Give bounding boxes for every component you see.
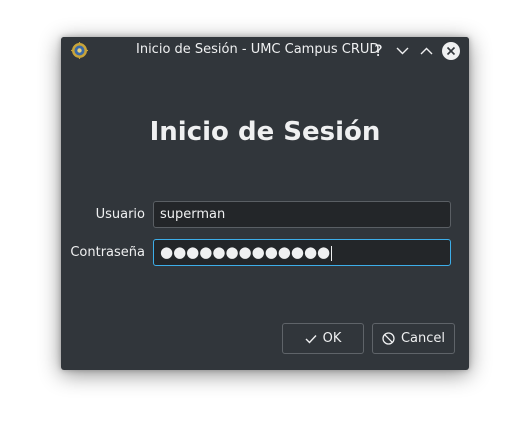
ok-label: OK — [322, 331, 342, 346]
password-label: Contraseña — [70, 245, 145, 260]
username-input[interactable]: superman — [153, 201, 451, 228]
app-logo-icon — [71, 42, 88, 59]
maximize-button[interactable] — [417, 41, 436, 60]
close-button[interactable] — [441, 41, 460, 60]
help-icon: ? — [374, 41, 383, 60]
minimize-button[interactable] — [393, 41, 412, 60]
ok-button[interactable]: OK — [282, 323, 364, 354]
cancel-button[interactable]: Cancel — [372, 323, 455, 354]
minimize-icon — [396, 47, 409, 54]
cancel-label: Cancel — [400, 331, 446, 346]
maximize-icon — [420, 47, 433, 54]
login-dialog: Inicio de Sesión - UMC Campus CRUD ? Ini… — [61, 37, 469, 370]
help-button[interactable]: ? — [369, 41, 388, 60]
cancel-icon — [382, 332, 395, 345]
username-label: Usuario — [95, 207, 145, 222]
close-icon — [441, 41, 460, 60]
title-bar[interactable]: Inicio de Sesión - UMC Campus CRUD ? — [61, 37, 469, 64]
window-title: Inicio de Sesión - UMC Campus CRUD — [136, 42, 380, 57]
password-input[interactable]: ●●●●●●●●●●●●● — [153, 239, 451, 266]
form-heading: Inicio de Sesión — [149, 117, 381, 147]
text-cursor — [331, 246, 333, 261]
password-mask: ●●●●●●●●●●●●● — [160, 243, 331, 261]
check-icon — [305, 334, 317, 344]
username-value: superman — [160, 207, 226, 222]
